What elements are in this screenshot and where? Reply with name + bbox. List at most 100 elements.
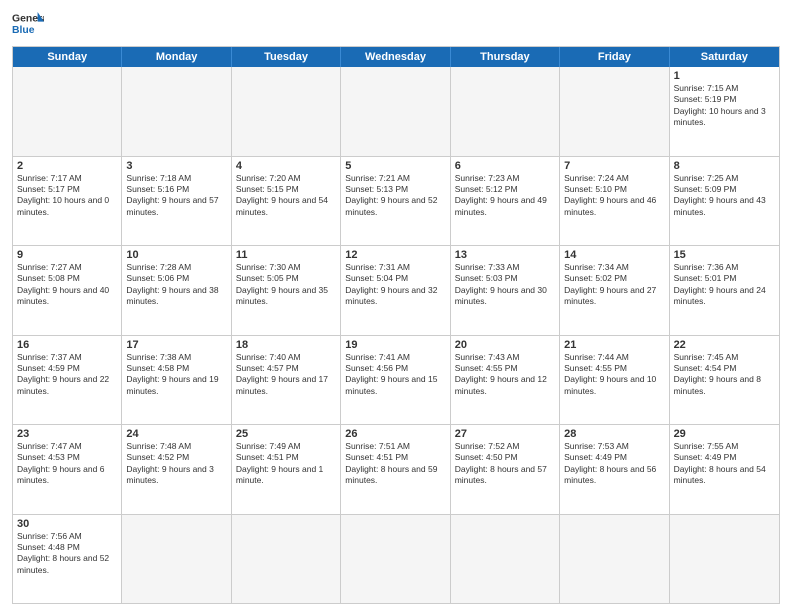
day-info: Sunrise: 7:33 AM Sunset: 5:03 PM Dayligh… [455,262,555,308]
day-number: 10 [126,249,226,261]
calendar-cell: 9Sunrise: 7:27 AM Sunset: 5:08 PM Daylig… [13,246,122,335]
calendar-cell: 26Sunrise: 7:51 AM Sunset: 4:51 PM Dayli… [341,425,450,514]
day-info: Sunrise: 7:17 AM Sunset: 5:17 PM Dayligh… [17,173,117,219]
day-number: 17 [126,339,226,351]
calendar: SundayMondayTuesdayWednesdayThursdayFrid… [12,46,780,604]
svg-text:Blue: Blue [12,25,35,36]
day-number: 8 [674,160,775,172]
day-info: Sunrise: 7:40 AM Sunset: 4:57 PM Dayligh… [236,352,336,398]
day-number: 20 [455,339,555,351]
calendar-cell: 17Sunrise: 7:38 AM Sunset: 4:58 PM Dayli… [122,336,231,425]
day-info: Sunrise: 7:56 AM Sunset: 4:48 PM Dayligh… [17,531,117,577]
calendar-cell: 12Sunrise: 7:31 AM Sunset: 5:04 PM Dayli… [341,246,450,335]
calendar-cell [122,515,231,604]
calendar-cell [451,515,560,604]
day-info: Sunrise: 7:43 AM Sunset: 4:55 PM Dayligh… [455,352,555,398]
calendar-cell: 14Sunrise: 7:34 AM Sunset: 5:02 PM Dayli… [560,246,669,335]
calendar-cell: 7Sunrise: 7:24 AM Sunset: 5:10 PM Daylig… [560,157,669,246]
calendar-cell [560,515,669,604]
calendar-cell [560,67,669,156]
calendar-cell: 28Sunrise: 7:53 AM Sunset: 4:49 PM Dayli… [560,425,669,514]
day-info: Sunrise: 7:24 AM Sunset: 5:10 PM Dayligh… [564,173,664,219]
day-info: Sunrise: 7:37 AM Sunset: 4:59 PM Dayligh… [17,352,117,398]
day-number: 24 [126,428,226,440]
calendar-week-3: 9Sunrise: 7:27 AM Sunset: 5:08 PM Daylig… [13,246,779,336]
calendar-cell [13,67,122,156]
day-info: Sunrise: 7:34 AM Sunset: 5:02 PM Dayligh… [564,262,664,308]
header-day-friday: Friday [560,47,669,67]
day-number: 23 [17,428,117,440]
calendar-cell: 10Sunrise: 7:28 AM Sunset: 5:06 PM Dayli… [122,246,231,335]
calendar-cell: 1Sunrise: 7:15 AM Sunset: 5:19 PM Daylig… [670,67,779,156]
calendar-cell [341,515,450,604]
calendar-cell: 15Sunrise: 7:36 AM Sunset: 5:01 PM Dayli… [670,246,779,335]
day-info: Sunrise: 7:53 AM Sunset: 4:49 PM Dayligh… [564,441,664,487]
calendar-cell [122,67,231,156]
day-info: Sunrise: 7:23 AM Sunset: 5:12 PM Dayligh… [455,173,555,219]
day-info: Sunrise: 7:38 AM Sunset: 4:58 PM Dayligh… [126,352,226,398]
day-number: 4 [236,160,336,172]
calendar-cell: 8Sunrise: 7:25 AM Sunset: 5:09 PM Daylig… [670,157,779,246]
day-info: Sunrise: 7:15 AM Sunset: 5:19 PM Dayligh… [674,83,775,129]
header-day-monday: Monday [122,47,231,67]
calendar-cell: 27Sunrise: 7:52 AM Sunset: 4:50 PM Dayli… [451,425,560,514]
day-info: Sunrise: 7:48 AM Sunset: 4:52 PM Dayligh… [126,441,226,487]
calendar-cell: 4Sunrise: 7:20 AM Sunset: 5:15 PM Daylig… [232,157,341,246]
day-number: 9 [17,249,117,261]
day-info: Sunrise: 7:20 AM Sunset: 5:15 PM Dayligh… [236,173,336,219]
day-number: 29 [674,428,775,440]
calendar-week-6: 30Sunrise: 7:56 AM Sunset: 4:48 PM Dayli… [13,515,779,604]
day-info: Sunrise: 7:30 AM Sunset: 5:05 PM Dayligh… [236,262,336,308]
day-info: Sunrise: 7:27 AM Sunset: 5:08 PM Dayligh… [17,262,117,308]
calendar-cell: 20Sunrise: 7:43 AM Sunset: 4:55 PM Dayli… [451,336,560,425]
day-info: Sunrise: 7:45 AM Sunset: 4:54 PM Dayligh… [674,352,775,398]
day-number: 19 [345,339,445,351]
calendar-cell [232,515,341,604]
calendar-cell: 2Sunrise: 7:17 AM Sunset: 5:17 PM Daylig… [13,157,122,246]
day-number: 6 [455,160,555,172]
day-number: 27 [455,428,555,440]
calendar-cell: 6Sunrise: 7:23 AM Sunset: 5:12 PM Daylig… [451,157,560,246]
calendar-cell [341,67,450,156]
calendar-cell [232,67,341,156]
calendar-cell: 22Sunrise: 7:45 AM Sunset: 4:54 PM Dayli… [670,336,779,425]
calendar-week-5: 23Sunrise: 7:47 AM Sunset: 4:53 PM Dayli… [13,425,779,515]
calendar-cell: 13Sunrise: 7:33 AM Sunset: 5:03 PM Dayli… [451,246,560,335]
calendar-cell: 19Sunrise: 7:41 AM Sunset: 4:56 PM Dayli… [341,336,450,425]
day-info: Sunrise: 7:18 AM Sunset: 5:16 PM Dayligh… [126,173,226,219]
day-info: Sunrise: 7:44 AM Sunset: 4:55 PM Dayligh… [564,352,664,398]
calendar-week-4: 16Sunrise: 7:37 AM Sunset: 4:59 PM Dayli… [13,336,779,426]
day-number: 12 [345,249,445,261]
calendar-cell: 29Sunrise: 7:55 AM Sunset: 4:49 PM Dayli… [670,425,779,514]
day-info: Sunrise: 7:21 AM Sunset: 5:13 PM Dayligh… [345,173,445,219]
day-number: 30 [17,518,117,530]
header-day-wednesday: Wednesday [341,47,450,67]
day-number: 16 [17,339,117,351]
day-info: Sunrise: 7:36 AM Sunset: 5:01 PM Dayligh… [674,262,775,308]
day-number: 14 [564,249,664,261]
day-info: Sunrise: 7:51 AM Sunset: 4:51 PM Dayligh… [345,441,445,487]
day-number: 26 [345,428,445,440]
calendar-cell: 3Sunrise: 7:18 AM Sunset: 5:16 PM Daylig… [122,157,231,246]
day-number: 7 [564,160,664,172]
day-number: 18 [236,339,336,351]
calendar-cell: 5Sunrise: 7:21 AM Sunset: 5:13 PM Daylig… [341,157,450,246]
day-number: 5 [345,160,445,172]
day-number: 25 [236,428,336,440]
calendar-header: SundayMondayTuesdayWednesdayThursdayFrid… [13,47,779,67]
header: General Blue [12,10,780,38]
day-info: Sunrise: 7:28 AM Sunset: 5:06 PM Dayligh… [126,262,226,308]
day-info: Sunrise: 7:31 AM Sunset: 5:04 PM Dayligh… [345,262,445,308]
page: General Blue SundayMondayTuesdayWednesda… [0,0,792,612]
header-day-thursday: Thursday [451,47,560,67]
day-number: 2 [17,160,117,172]
day-number: 15 [674,249,775,261]
day-info: Sunrise: 7:25 AM Sunset: 5:09 PM Dayligh… [674,173,775,219]
header-day-sunday: Sunday [13,47,122,67]
day-number: 11 [236,249,336,261]
header-day-saturday: Saturday [670,47,779,67]
calendar-cell [670,515,779,604]
calendar-cell: 25Sunrise: 7:49 AM Sunset: 4:51 PM Dayli… [232,425,341,514]
calendar-cell [451,67,560,156]
calendar-cell: 11Sunrise: 7:30 AM Sunset: 5:05 PM Dayli… [232,246,341,335]
